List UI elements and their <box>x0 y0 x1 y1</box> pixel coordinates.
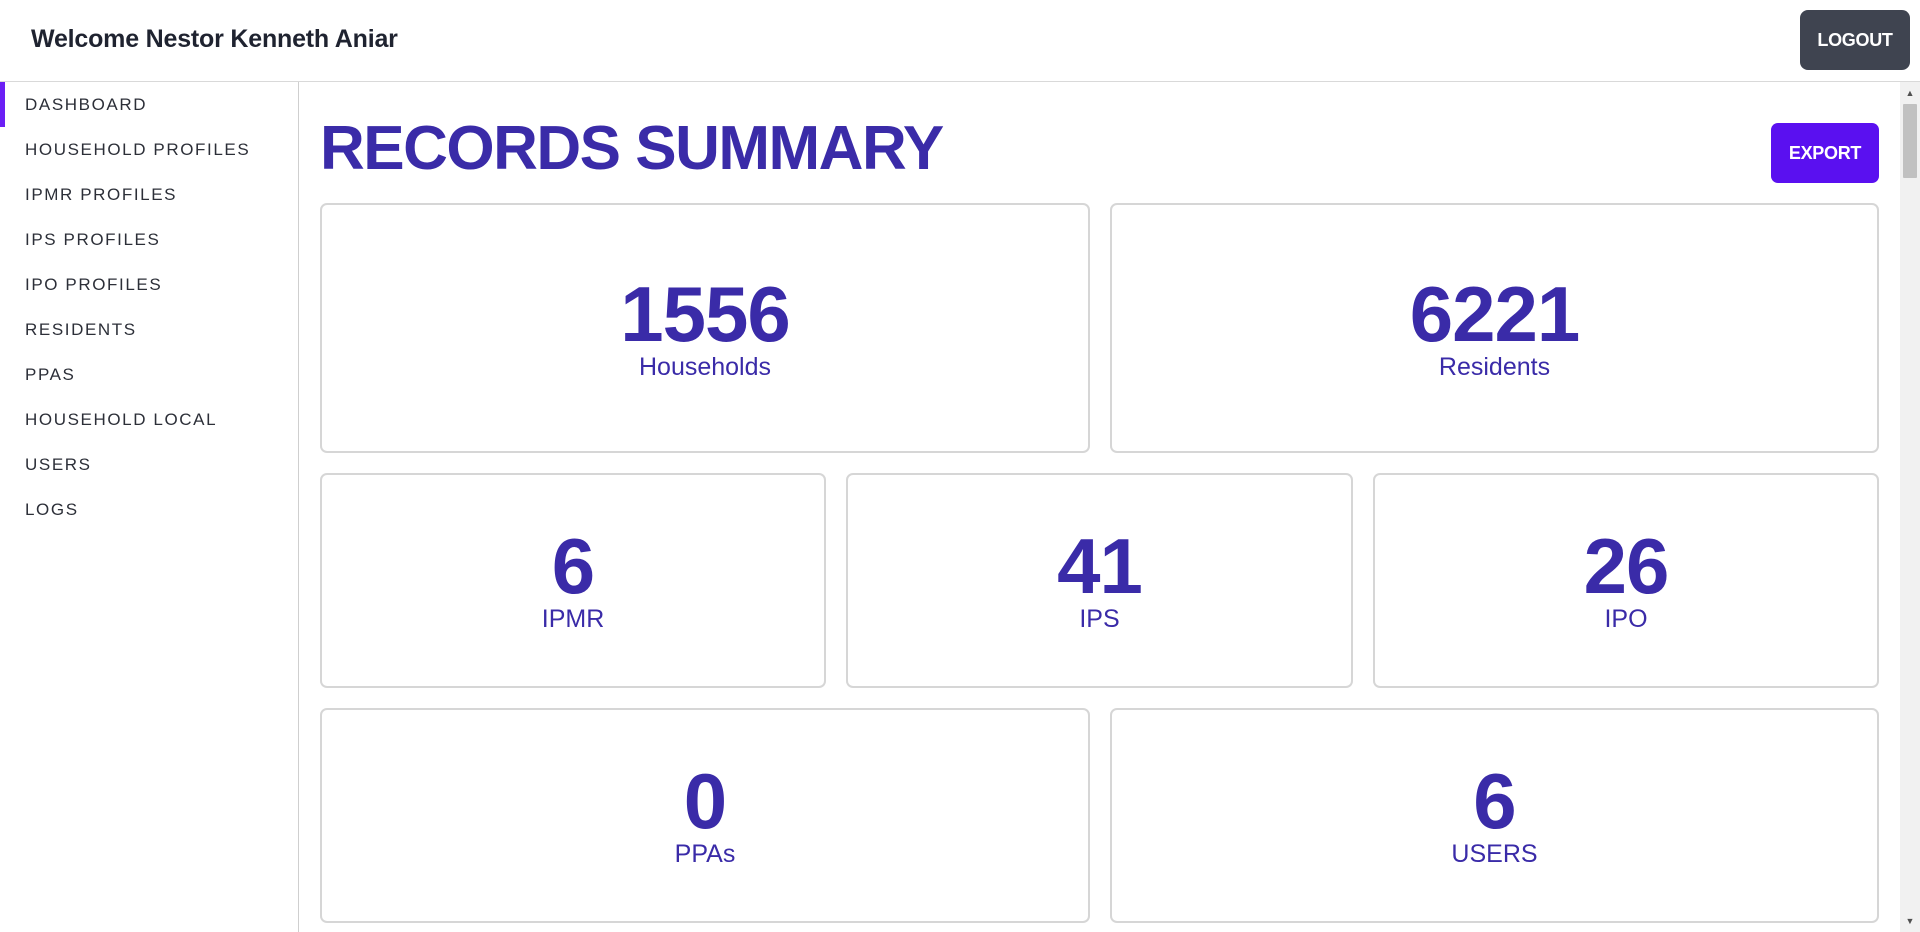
page-title: RECORDS SUMMARY <box>320 114 944 183</box>
stat-card-users: 6 USERS <box>1110 708 1879 923</box>
scroll-thumb[interactable] <box>1903 104 1917 178</box>
stat-label: Residents <box>1438 353 1551 381</box>
stat-value: 6 <box>551 522 595 610</box>
vertical-scrollbar[interactable]: ▲ ▼ <box>1900 82 1920 932</box>
scroll-down-arrow-icon[interactable]: ▼ <box>1900 912 1920 930</box>
sidebar-nav: DASHBOARD HOUSEHOLD PROFILES IPMR PROFIL… <box>0 82 299 932</box>
sidebar-item-household-profiles[interactable]: HOUSEHOLD PROFILES <box>0 127 299 172</box>
stat-label: IPMR <box>541 605 605 633</box>
stat-label: IPS <box>1079 605 1120 633</box>
sidebar-item-household-local[interactable]: HOUSEHOLD LOCAL <box>0 397 299 442</box>
sidebar-item-logs[interactable]: LOGS <box>0 487 299 532</box>
sidebar-item-ppas[interactable]: PPAS <box>0 352 299 397</box>
sidebar-item-ipmr-profiles[interactable]: IPMR PROFILES <box>0 172 299 217</box>
scroll-up-arrow-icon[interactable]: ▲ <box>1900 84 1920 102</box>
sidebar-item-dashboard[interactable]: DASHBOARD <box>0 82 299 127</box>
stat-card-ppas: 0 PPAs <box>320 708 1090 923</box>
stat-label: USERS <box>1451 840 1538 868</box>
stat-value: 6 <box>1473 757 1516 845</box>
stat-label: PPAs <box>674 840 736 868</box>
stat-value: 41 <box>1057 522 1143 610</box>
stat-value: 6221 <box>1409 270 1581 358</box>
main-content: RECORDS SUMMARY EXPORT 1556 Households 6… <box>300 82 1900 932</box>
stat-card-ips: 41 IPS <box>846 473 1353 688</box>
sidebar-item-residents[interactable]: RESIDENTS <box>0 307 299 352</box>
sidebar-item-users[interactable]: USERS <box>0 442 299 487</box>
stat-card-residents: 6221 Residents <box>1110 203 1879 453</box>
sidebar-item-ipo-profiles[interactable]: IPO PROFILES <box>0 262 299 307</box>
logout-button[interactable]: LOGOUT <box>1800 10 1910 70</box>
welcome-message: Welcome Nestor Kenneth Aniar <box>31 25 398 53</box>
stat-label: Households <box>638 353 772 381</box>
stat-card-ipo: 26 IPO <box>1373 473 1879 688</box>
stat-value: 0 <box>683 757 727 845</box>
stat-value: 26 <box>1583 522 1670 610</box>
top-header: Welcome Nestor Kenneth Aniar LOGOUT <box>0 0 1920 82</box>
stat-label: IPO <box>1604 605 1648 633</box>
stat-value: 1556 <box>620 270 791 358</box>
export-button[interactable]: EXPORT <box>1771 123 1879 183</box>
stat-card-ipmr: 6 IPMR <box>320 473 826 688</box>
stat-card-households: 1556 Households <box>320 203 1090 453</box>
sidebar-item-ips-profiles[interactable]: IPS PROFILES <box>0 217 299 262</box>
